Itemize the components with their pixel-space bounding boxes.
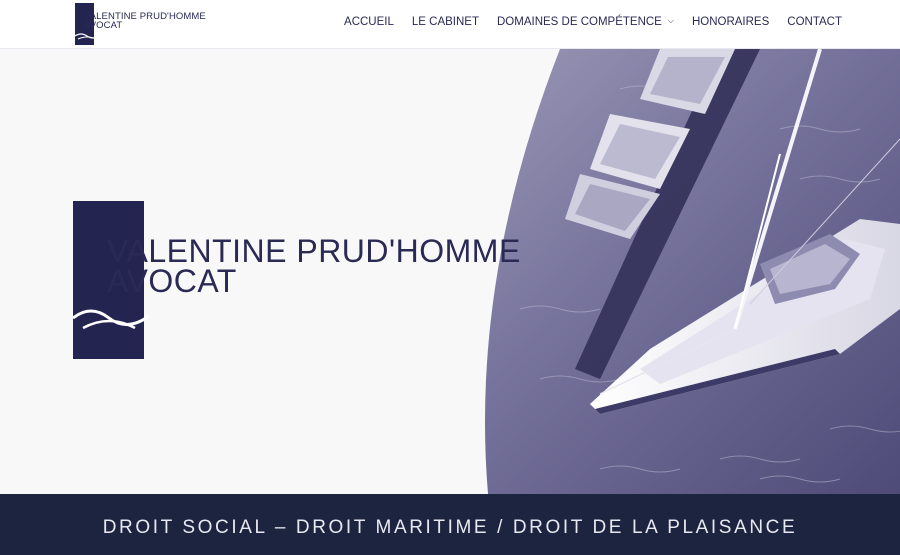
nav-item-le-cabinet[interactable]: LE CABINET [412,16,479,28]
nav-item-accueil[interactable]: ACCUEIL [344,16,394,28]
hero-section: VALENTINE PRUD'HOMME AVOCAT [0,49,900,494]
nav-item-label: HONORAIRES [691,16,770,28]
hero-title: VALENTINE PRUD'HOMME AVOCAT [107,233,521,299]
practice-areas-tagline: DROIT SOCIAL – DROIT MARITIME / DROIT DE… [102,517,798,538]
main-nav: ACCUEIL LE CABINET DOMAINES DE COMPÉTENC… [326,16,842,28]
logo-text: VALENTINE PRUD'HOMME AVOCAT [84,12,206,31]
nav-item-label: ACCUEIL [344,16,394,28]
nav-item-domaines-de-competence[interactable]: DOMAINES DE COMPÉTENCE ⌵ [497,16,674,28]
hero-logo: VALENTINE PRUD'HOMME AVOCAT [73,201,520,361]
site-header: VALENTINE PRUD'HOMME AVOCAT ACCUEIL LE C… [0,0,900,49]
hero-title-line2: AVOCAT [107,263,237,299]
page: VALENTINE PRUD'HOMME AVOCAT ACCUEIL LE C… [0,0,900,555]
nav-item-label: LE CABINET [411,16,479,28]
nav-item-honoraires[interactable]: HONORAIRES [692,16,769,28]
logo-wave-icon [75,33,99,40]
chevron-down-icon: ⌵ [667,16,674,25]
nav-item-label: DOMAINES DE COMPÉTENCE [497,16,662,28]
nav-item-contact[interactable]: CONTACT [787,16,842,28]
hero-title-line1: VALENTINE PRUD'HOMME [107,233,521,269]
logo-text-line2: AVOCAT [84,20,123,31]
site-logo[interactable]: VALENTINE PRUD'HOMME AVOCAT [75,3,206,45]
wave-icon [73,309,149,330]
nav-item-label: CONTACT [787,16,842,28]
practice-areas-band: DROIT SOCIAL – DROIT MARITIME / DROIT DE… [0,494,900,555]
